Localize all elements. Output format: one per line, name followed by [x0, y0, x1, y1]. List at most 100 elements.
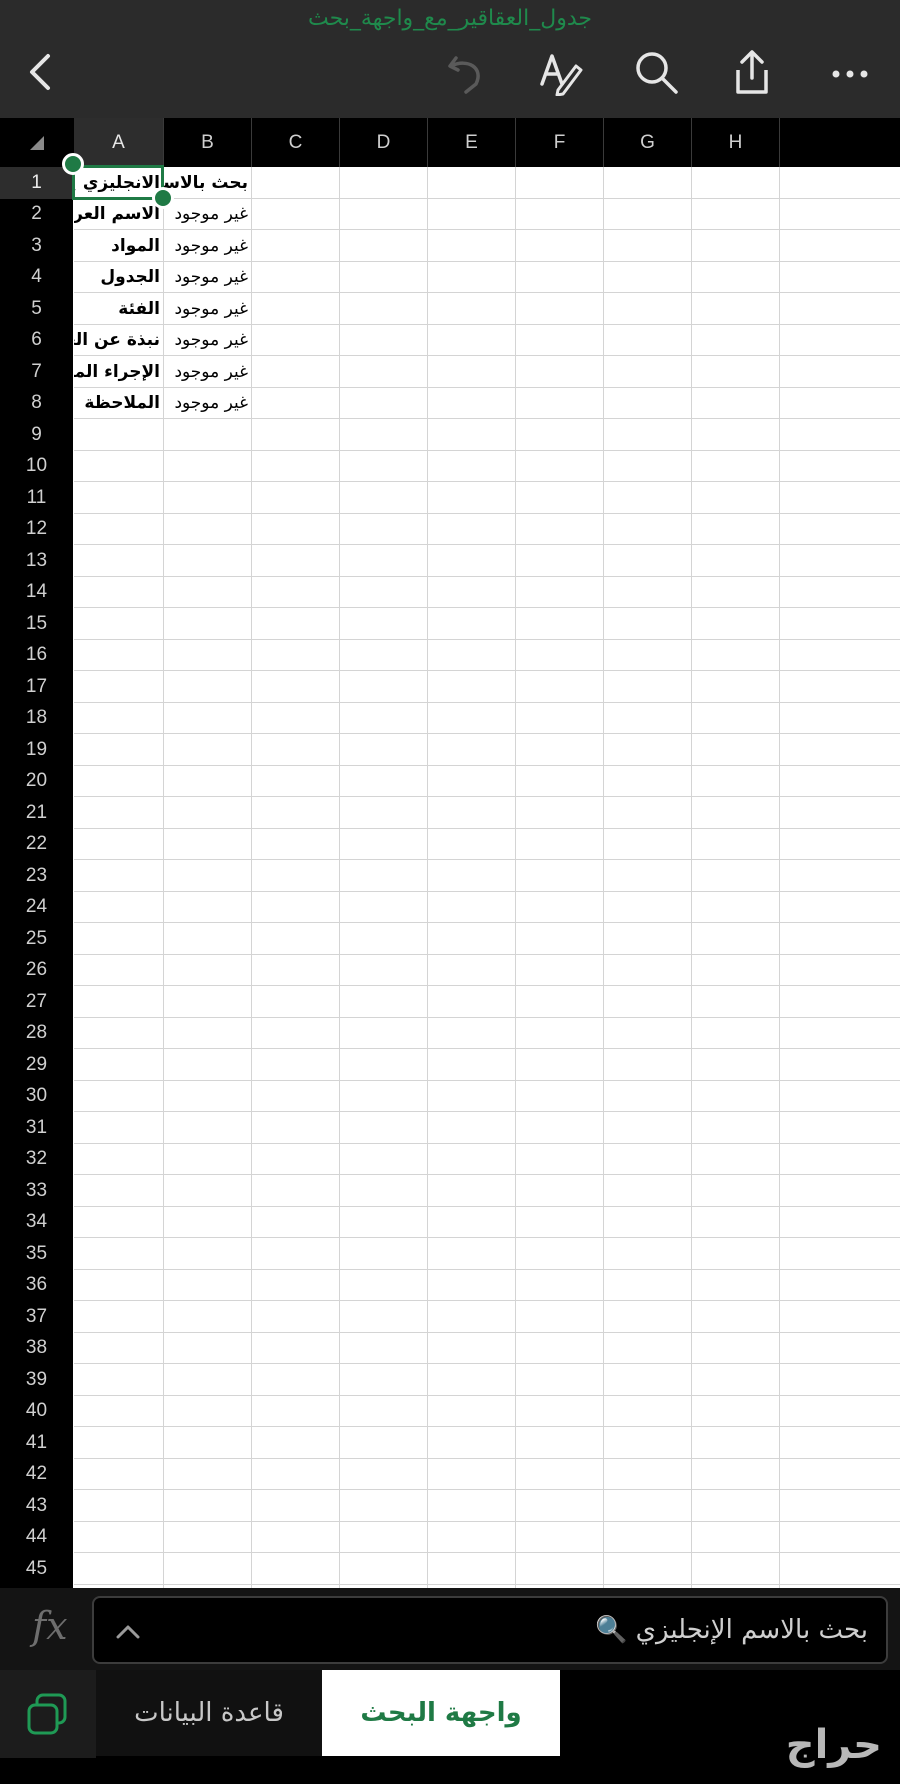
function-icon[interactable]: fx [32, 1604, 68, 1648]
cell-b8[interactable]: غير موجود [164, 388, 251, 419]
spreadsheet-grid[interactable]: ABCDEFGH 1 2 3 4 5 6 7 8 9 10 11 12 13 14 15 16 17 18 19 20… [0, 118, 900, 1588]
row-header-29[interactable]: 29 [0, 1049, 73, 1081]
row-header-11[interactable]: 11 [0, 482, 73, 514]
selection-handle-end[interactable] [152, 186, 174, 209]
row-header-27[interactable]: 27 [0, 986, 73, 1018]
column-header-d[interactable]: D [340, 118, 428, 167]
gridline-vertical [603, 167, 604, 1588]
row-header-31[interactable]: 31 [0, 1112, 73, 1144]
gridline-horizontal [74, 544, 900, 545]
row-header-12[interactable]: 12 [0, 514, 73, 546]
cell-b1[interactable]: بحث بالاسم [164, 167, 251, 198]
gridline-horizontal [74, 1142, 900, 1144]
formula-value: بحث بالاسم الإنجليزي 🔍 [594, 1615, 868, 1645]
row-header-7[interactable]: 7 [0, 356, 73, 388]
row-header-41[interactable]: 41 [0, 1427, 73, 1459]
cell-area[interactable]: الانجليزي 🔍بحث بالاسمالاسم العربيغير موج… [62, 153, 900, 1588]
tab-database[interactable]: قاعدة البيانات [96, 1670, 322, 1756]
column-header-e[interactable]: E [428, 118, 516, 167]
row-header-39[interactable]: 39 [0, 1364, 73, 1396]
column-header-f[interactable]: F [516, 118, 604, 167]
gridline-vertical [339, 167, 340, 1588]
column-header-h[interactable]: H [692, 118, 780, 167]
row-header-25[interactable]: 25 [0, 923, 73, 955]
gridline-horizontal [74, 1489, 900, 1490]
row-header-column: 1 2 3 4 5 6 7 8 9 10 11 12 13 14 15 16 17 18 19 20 21 22 23 24 2… [0, 167, 73, 1588]
gridline-horizontal [74, 1300, 900, 1301]
row-header-32[interactable]: 32 [0, 1144, 73, 1176]
formula-input[interactable]: بحث بالاسم الإنجليزي 🔍 [92, 1596, 888, 1664]
column-header-a[interactable]: A [74, 118, 164, 167]
row-header-28[interactable]: 28 [0, 1018, 73, 1050]
row-header-6[interactable]: 6 [0, 325, 73, 357]
row-header-24[interactable]: 24 [0, 892, 73, 924]
row-header-35[interactable]: 35 [0, 1238, 73, 1270]
cell-b7[interactable]: غير موجود [164, 356, 251, 387]
gridline-horizontal [74, 1394, 900, 1396]
row-header-2[interactable]: 2 [0, 199, 73, 231]
row-header-1[interactable]: 1 [0, 167, 73, 199]
cell-a6[interactable]: نبذة عن العقار [74, 325, 163, 356]
row-header-34[interactable]: 34 [0, 1207, 73, 1239]
row-header-16[interactable]: 16 [0, 640, 73, 672]
row-header-40[interactable]: 40 [0, 1396, 73, 1428]
cell-b6[interactable]: غير موجود [164, 325, 251, 356]
row-header-17[interactable]: 17 [0, 671, 73, 703]
undo-icon[interactable] [434, 40, 498, 104]
row-header-18[interactable]: 18 [0, 703, 73, 735]
row-header-5[interactable]: 5 [0, 293, 73, 325]
column-header-row: ABCDEFGH [0, 118, 900, 167]
row-header-20[interactable]: 20 [0, 766, 73, 798]
row-header-23[interactable]: 23 [0, 860, 73, 892]
row-header-26[interactable]: 26 [0, 955, 73, 987]
row-header-44[interactable]: 44 [0, 1522, 73, 1554]
gridline-vertical [515, 167, 516, 1588]
row-header-10[interactable]: 10 [0, 451, 73, 483]
search-icon[interactable] [624, 40, 688, 104]
gridline-horizontal [74, 1426, 900, 1427]
row-header-21[interactable]: 21 [0, 797, 73, 829]
column-header-c[interactable]: C [252, 118, 340, 167]
gridline-horizontal [74, 1583, 900, 1585]
row-header-43[interactable]: 43 [0, 1490, 73, 1522]
cell-b5[interactable]: غير موجود [164, 293, 251, 324]
sheets-button[interactable] [0, 1670, 96, 1758]
row-header-36[interactable]: 36 [0, 1270, 73, 1302]
cell-a2[interactable]: الاسم العربي [74, 199, 163, 230]
row-header-19[interactable]: 19 [0, 734, 73, 766]
row-header-3[interactable]: 3 [0, 230, 73, 262]
back-icon[interactable] [10, 40, 74, 104]
row-header-30[interactable]: 30 [0, 1081, 73, 1113]
column-header-g[interactable]: G [604, 118, 692, 167]
row-header-37[interactable]: 37 [0, 1301, 73, 1333]
cell-b2[interactable]: غير موجود [164, 199, 251, 230]
row-header-42[interactable]: 42 [0, 1459, 73, 1491]
row-header-13[interactable]: 13 [0, 545, 73, 577]
cell-a7[interactable]: الإجراء المتخذ [74, 356, 163, 387]
tab-search-interface[interactable]: واجهة البحث [322, 1670, 560, 1756]
row-header-4[interactable]: 4 [0, 262, 73, 294]
row-header-8[interactable]: 8 [0, 388, 73, 420]
gridline-horizontal [74, 449, 900, 451]
row-header-45[interactable]: 45 [0, 1553, 73, 1585]
row-header-9[interactable]: 9 [0, 419, 73, 451]
selection-handle-start[interactable] [62, 153, 84, 175]
column-header-b[interactable]: B [164, 118, 252, 167]
cell-a5[interactable]: الفئة [74, 293, 163, 324]
cell-b4[interactable]: غير موجود [164, 262, 251, 293]
cell-a4[interactable]: الجدول [74, 262, 163, 293]
row-header-22[interactable]: 22 [0, 829, 73, 861]
share-icon[interactable] [720, 40, 784, 104]
format-text-icon[interactable] [528, 40, 592, 104]
row-header-14[interactable]: 14 [0, 577, 73, 609]
gridline-horizontal [74, 827, 900, 829]
chevron-up-icon[interactable] [110, 1614, 146, 1650]
gridline-horizontal [74, 1520, 900, 1522]
more-icon[interactable] [818, 40, 882, 104]
cell-a8[interactable]: الملاحظة [74, 388, 163, 419]
row-header-33[interactable]: 33 [0, 1175, 73, 1207]
row-header-15[interactable]: 15 [0, 608, 73, 640]
cell-a3[interactable]: المواد [74, 230, 163, 261]
row-header-38[interactable]: 38 [0, 1333, 73, 1365]
cell-b3[interactable]: غير موجود [164, 230, 251, 261]
